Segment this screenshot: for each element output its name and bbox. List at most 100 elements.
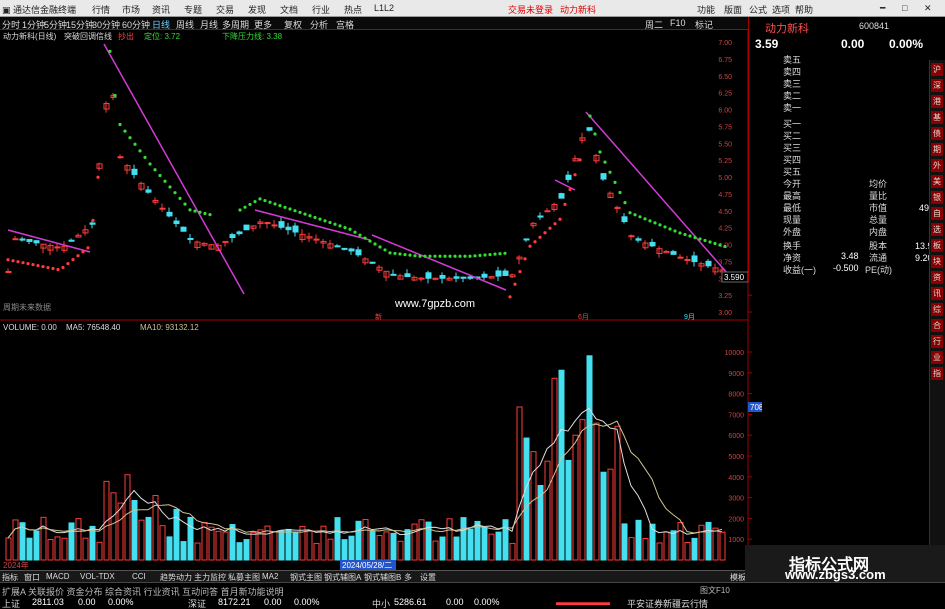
info-tab[interactable]: 首月新功能说明 xyxy=(221,587,284,597)
info-tab[interactable]: 关联报价 xyxy=(28,587,67,597)
signal-bars-icon: ▬▬▬▬▬▬ xyxy=(556,597,610,607)
candle-body xyxy=(12,238,19,241)
right-strip-button[interactable]: 块 xyxy=(931,255,943,268)
support-dot xyxy=(86,246,90,250)
sz-label[interactable]: 深证 xyxy=(188,597,206,609)
trade-login-status[interactable]: 交易未登录 xyxy=(508,3,553,16)
menu-item[interactable]: 交易 xyxy=(216,3,234,16)
stop-dot xyxy=(263,198,267,203)
info-tab[interactable]: 扩展A xyxy=(2,587,28,597)
right-strip-button[interactable]: 行 xyxy=(931,335,943,348)
info-tab[interactable]: 互动问答 xyxy=(182,587,221,597)
candle-body xyxy=(243,224,250,231)
support-dot xyxy=(61,265,65,270)
right-strip-button[interactable]: 港 xyxy=(931,95,943,108)
product-name: 动力新科 xyxy=(560,5,597,15)
volume-bar xyxy=(33,530,40,561)
candle-body xyxy=(236,231,243,235)
stop-dot xyxy=(633,213,637,217)
right-strip-button[interactable]: 讯 xyxy=(931,287,943,300)
menu-item[interactable]: 发现 xyxy=(248,3,266,16)
stop-dot xyxy=(618,190,622,195)
menu-item[interactable]: 专题 xyxy=(184,3,202,16)
info-tab[interactable]: 综合资讯 xyxy=(105,587,144,597)
candle-body xyxy=(460,276,467,279)
right-strip-button[interactable]: 板 xyxy=(931,239,943,252)
menu-right-item[interactable]: 选项 xyxy=(772,3,790,16)
stop-dot xyxy=(293,209,297,213)
right-strip-button[interactable]: 沪 xyxy=(931,63,943,76)
volume-bar xyxy=(481,527,488,561)
menu-item[interactable]: L1L2 xyxy=(374,3,394,13)
right-strip-button[interactable]: 期 xyxy=(931,143,943,156)
stop-dot xyxy=(308,214,312,218)
right-strip-button[interactable]: 合 xyxy=(931,319,943,332)
stop-dot xyxy=(693,235,697,240)
menu-right-item[interactable]: 帮助 xyxy=(795,3,813,16)
stop-dot xyxy=(423,254,427,258)
stop-dot xyxy=(188,208,192,212)
menu-right-item[interactable]: 功能 xyxy=(697,3,715,16)
right-strip-button[interactable]: 美 xyxy=(931,175,943,188)
stop-dot xyxy=(178,196,182,201)
menu-item[interactable]: 文档 xyxy=(280,3,298,16)
right-strip-button[interactable]: 业 xyxy=(931,351,943,364)
menu-item[interactable]: 热点 xyxy=(344,3,362,16)
right-strip-button[interactable]: 基 xyxy=(931,111,943,124)
menu-item[interactable]: 行情 xyxy=(92,3,110,16)
candle-body xyxy=(418,277,425,280)
candle-body xyxy=(558,193,565,199)
minimize-icon[interactable]: ━ xyxy=(880,3,885,14)
stop-dot xyxy=(698,237,702,241)
info-tab[interactable]: 资金分布 xyxy=(67,587,106,597)
marker-2: 6月 xyxy=(578,313,589,321)
menu-item[interactable]: 资讯 xyxy=(152,3,170,16)
chart-area[interactable]: 动力新科(日线) 突破回调信线 抄出 定位: 3.72 下降压力线: 3.38 … xyxy=(0,30,762,570)
indicator-tab[interactable]: MACD xyxy=(46,572,70,581)
stop-dot xyxy=(493,252,497,256)
volume-bar xyxy=(621,523,628,561)
close-icon[interactable]: ✕ xyxy=(924,3,932,14)
sh-label[interactable]: 上证 xyxy=(2,597,20,609)
stop-dot xyxy=(373,242,377,246)
right-strip-button[interactable]: 银 xyxy=(931,191,943,204)
indicator-tab[interactable]: CCI xyxy=(132,572,146,581)
indicator-tab[interactable]: MA2 xyxy=(262,572,278,581)
candle-body xyxy=(159,207,166,210)
stop-dot xyxy=(663,225,667,229)
indicator-tab[interactable]: VOL-TDX xyxy=(80,572,115,581)
menu-item[interactable]: 行业 xyxy=(312,3,330,16)
f10-button[interactable]: F10 xyxy=(670,18,686,28)
maximize-icon[interactable]: □ xyxy=(902,3,907,13)
support-dot xyxy=(26,262,30,266)
stop-dot xyxy=(593,132,597,136)
zx-label[interactable]: 中小 xyxy=(372,597,390,609)
menu-right-item[interactable]: 版面 xyxy=(724,3,742,16)
stop-dot xyxy=(323,219,327,223)
stop-dot xyxy=(363,236,367,240)
info-tab[interactable]: 行业资讯 xyxy=(144,587,183,597)
stop-dot xyxy=(153,168,157,172)
volume-bar xyxy=(565,459,572,561)
stop-dot xyxy=(183,202,187,206)
marker-3: 9月 xyxy=(684,313,695,321)
right-strip-button[interactable]: 选 xyxy=(931,223,943,236)
right-strip-button[interactable]: 综 xyxy=(931,303,943,316)
candle-body xyxy=(117,156,124,159)
stop-dot xyxy=(303,212,307,216)
right-strip-button[interactable]: 深 xyxy=(931,79,943,92)
candle-body xyxy=(502,270,509,276)
support-dot xyxy=(518,269,522,274)
right-strip-button[interactable]: 自 xyxy=(931,207,943,220)
support-dot xyxy=(36,263,40,268)
menu-item[interactable]: 市场 xyxy=(122,3,140,16)
right-strip-button[interactable]: 资 xyxy=(931,271,943,284)
right-strip-button[interactable]: 指 xyxy=(931,367,943,380)
support-dot xyxy=(21,261,25,265)
right-strip-button[interactable]: 外 xyxy=(931,159,943,172)
right-strip-button[interactable]: 债 xyxy=(931,127,943,140)
stop-dot xyxy=(498,252,502,256)
menu-right-item[interactable]: 公式 xyxy=(749,3,767,16)
candle-body xyxy=(187,237,194,240)
sz-pct: 0.00% xyxy=(294,597,320,607)
